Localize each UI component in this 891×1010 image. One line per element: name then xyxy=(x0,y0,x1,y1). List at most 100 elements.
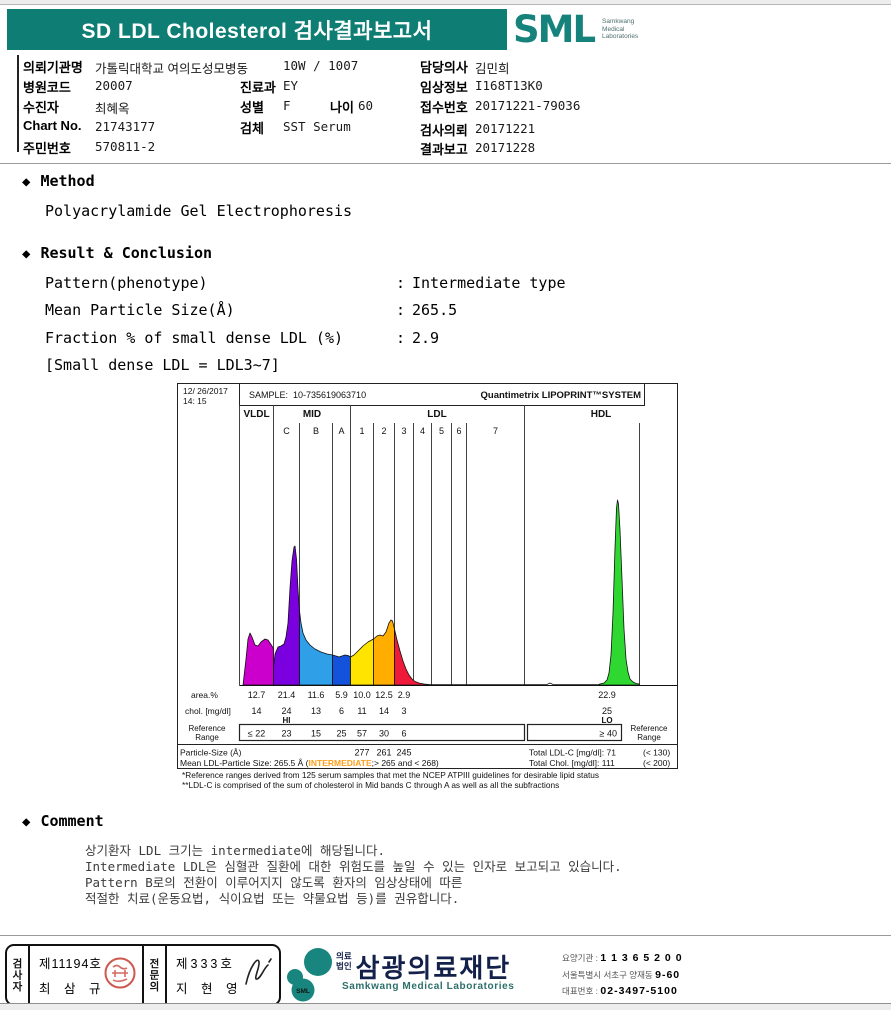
field-chart-no-label: Chart No. xyxy=(23,118,82,133)
samkwang-logo-text: SML xyxy=(296,988,310,995)
sample-id: 10-735619063710 xyxy=(293,390,366,400)
ref-mid-b: 15 xyxy=(311,729,321,739)
size-row-values: 277 261 245 xyxy=(354,748,411,758)
examiner-role-cell: 검사자 xyxy=(7,946,30,1004)
field-hospital-code-value: 20007 xyxy=(95,78,133,93)
sub-label-2: 2 xyxy=(381,426,386,436)
area-mid-b: 11.6 xyxy=(308,690,325,700)
field-resident-no-label: 주민번호 xyxy=(23,141,71,156)
ref-vldl: ≤ 22 xyxy=(248,729,265,739)
chol-ldl3: 3 xyxy=(401,706,406,716)
chol-ldl2: 14 xyxy=(379,706,389,716)
result-heading: ◆ Result & Conclusion xyxy=(22,244,212,262)
field-patient-label: 수진자 xyxy=(23,100,59,115)
result-row-fraction-label: Fraction % of small dense LDL (%) xyxy=(45,329,344,347)
field-chart-no-value: 21743177 xyxy=(95,119,156,134)
mean-ldl-size-line: Mean LDL-Particle Size: 265.5 Å (INTERME… xyxy=(180,758,439,768)
section-divider xyxy=(0,163,891,164)
diamond-icon: ◆ xyxy=(22,814,31,830)
sub-label-7: 7 xyxy=(493,426,498,436)
mean-part2-intermediate: INTERMEDIATE xyxy=(309,758,372,768)
result-row-pattern-label: Pattern(phenotype) xyxy=(45,274,208,292)
band-ldl: LDL xyxy=(427,409,446,420)
ref-hdl: ≥ 40 xyxy=(600,729,617,739)
sub-label-3: 3 xyxy=(401,426,406,436)
chol-ldl1: 11 xyxy=(357,706,366,716)
sub-label-4: 4 xyxy=(420,426,425,436)
sample-label: SAMPLE: xyxy=(249,390,288,400)
org-prefix-line2: 법인 xyxy=(336,960,352,971)
diamond-icon: ◆ xyxy=(22,246,31,262)
field-specimen-label: 검체 xyxy=(240,121,264,136)
sub-label-5: 5 xyxy=(439,426,444,436)
method-heading: ◆ Method xyxy=(22,172,95,190)
chol-mid-c: 24 xyxy=(281,706,291,716)
band-mid: MID xyxy=(303,409,321,420)
logo-sub-line: Medical xyxy=(602,25,625,33)
ref-ldl1: 57 xyxy=(357,729,367,739)
hi-flag: HI xyxy=(283,716,291,725)
colon: : xyxy=(396,329,406,347)
result-row-pattern-value: Intermediate type xyxy=(412,274,566,292)
field-dept-label: 진료과 xyxy=(240,80,276,95)
sub-label-b: B xyxy=(313,426,319,436)
logo-sub-line: Laboratories xyxy=(602,33,639,40)
page-title: SD LDL Cholesterol 검사결과보고서 xyxy=(81,19,433,43)
field-requested-value: 20171221 xyxy=(475,121,536,136)
total-chol-ref: (< 200) xyxy=(643,758,670,768)
result-heading-text: Result & Conclusion xyxy=(40,244,213,262)
mean-part1: Mean LDL-Particle Size: 265.5 Å ( xyxy=(180,758,309,768)
ref-label-left-1: Reference xyxy=(189,724,226,733)
sml-logo-text: SML xyxy=(513,8,596,51)
ref-label-right-1: Reference xyxy=(631,724,668,733)
chol-vldl: 14 xyxy=(251,706,261,716)
field-reported-label: 결과보고 xyxy=(420,142,468,157)
ref-label-left-2: Range xyxy=(195,733,219,742)
result-row-fraction-value: 2.9 xyxy=(412,329,440,347)
field-doctor-label: 담당의사 xyxy=(420,60,468,75)
examiner-cell: 제11194호 최 삼 규 xyxy=(30,946,142,1004)
org-info-label: 요양기관 : xyxy=(562,953,599,963)
colon: : xyxy=(396,301,406,319)
total-ldl-ref: (< 130) xyxy=(643,748,670,758)
chart-footnote-1: *Reference ranges derived from 125 serum… xyxy=(182,770,600,780)
org-info-label: 대표번호 : xyxy=(562,986,599,996)
area-ldl3: 2.9 xyxy=(398,690,411,700)
field-clinical-info-label: 임상정보 xyxy=(420,80,468,95)
comment-line-4: 적절한 치료(운동요법, 식이요법 또는 약물요법 등)를 권유합니다. xyxy=(85,891,460,906)
sub-label-6: 6 xyxy=(456,426,461,436)
field-requesting-org: 의뢰기관명 xyxy=(23,57,83,77)
area-ldl1: 10.0 xyxy=(353,690,371,700)
result-note: [Small dense LDL = LDL3~7] xyxy=(45,356,280,374)
total-ldl: Total LDL-C [mg/dl]: 71 xyxy=(529,748,616,758)
size-ldl1: 277 xyxy=(354,748,369,758)
chol-hdl: 25 xyxy=(602,706,612,716)
result-row-size-value: 265.5 xyxy=(412,301,458,319)
comment-line-3: Pattern B로의 전환이 이루어지지 않도록 환자의 임상상태에 따른 xyxy=(85,875,463,890)
field-doctor-value: 김민희 xyxy=(475,62,510,76)
area-mid-c: 21.4 xyxy=(278,690,296,700)
lipoprint-chart: 12/ 26/2017 14: 15 SAMPLE: 10-7356190637… xyxy=(177,383,678,769)
curve-mid-a xyxy=(332,654,351,686)
org-info-value: 9-60 xyxy=(655,969,681,981)
field-age-value: 60 xyxy=(358,98,374,113)
org-name: 삼광의료재단 xyxy=(355,953,512,983)
method-heading-text: Method xyxy=(40,172,95,190)
sub-label-1: 1 xyxy=(359,426,364,436)
field-label: 의뢰기관명 xyxy=(23,60,83,75)
ref-label-right-2: Range xyxy=(637,733,661,742)
size-ldl3: 245 xyxy=(396,748,411,758)
band-vldl: VLDL xyxy=(243,409,269,420)
bottom-strip xyxy=(0,1003,891,1010)
total-chol: Total Chol. [mg/dl]: 111 xyxy=(529,758,615,768)
examiner-role: 검사자 xyxy=(11,957,23,993)
chart-footnote-2: **LDL-C is comprised of the sum of chole… xyxy=(182,780,560,790)
specialist-signature xyxy=(245,958,272,985)
org-info-line-2: 서울특별시 서초구 양재동 9-60 xyxy=(562,969,680,981)
footer-divider xyxy=(0,935,891,936)
org-name-en: Samkwang Medical Laboratories xyxy=(342,981,515,992)
org-name-block: 의료 법인 삼광의료재단 xyxy=(336,948,511,985)
lo-flag: LO xyxy=(601,716,612,725)
field-age-label: 나이 xyxy=(330,100,354,115)
field-hospital-code-label: 병원코드 xyxy=(23,80,71,95)
